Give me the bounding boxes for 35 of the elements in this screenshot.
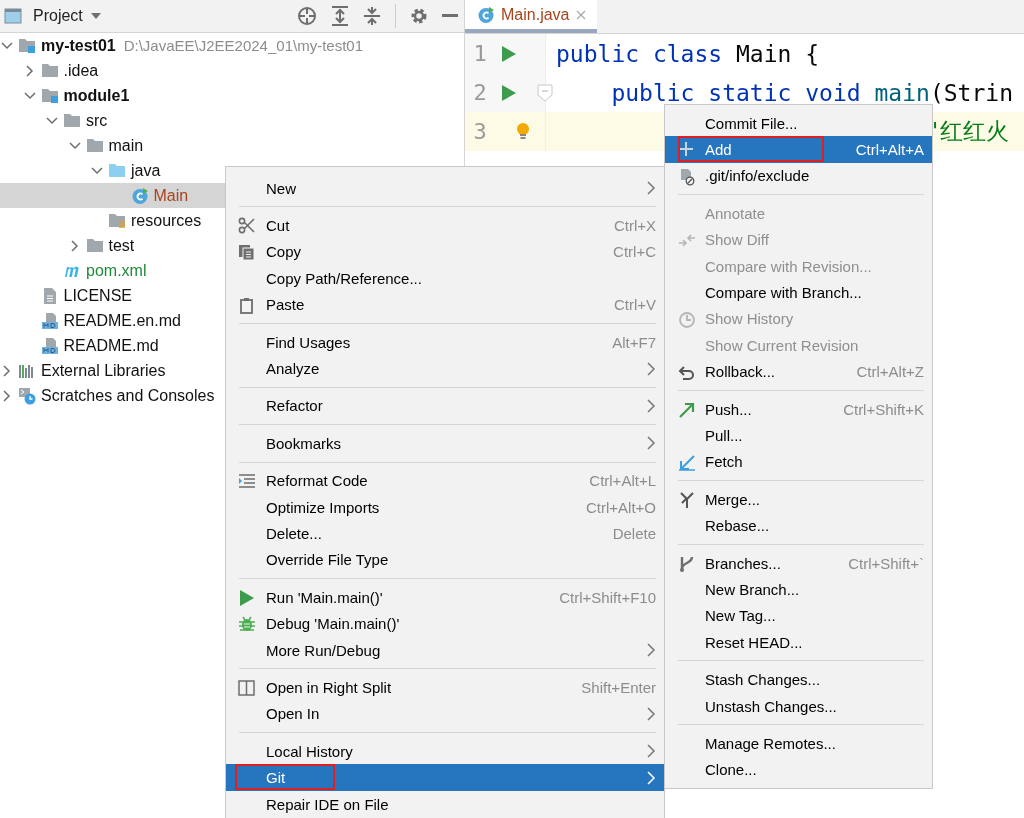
line-number: 1 xyxy=(472,41,488,66)
shortcut-label: Ctrl+V xyxy=(612,296,656,314)
shortcut-label: Alt+F7 xyxy=(611,333,656,351)
item-label: java xyxy=(131,161,161,180)
item-label: Main xyxy=(153,186,189,205)
panel-title: Project xyxy=(33,7,83,25)
code-line: public class Main { xyxy=(555,40,820,67)
shortcut-label: Ctrl+C xyxy=(612,243,656,261)
item-label: README.en.md xyxy=(63,311,181,330)
shortcut-label: Ctrl+Alt+A xyxy=(854,141,924,159)
item-label: main xyxy=(108,136,144,155)
code-line: public static void main(Strin xyxy=(610,79,1013,106)
item-label: pom.xml xyxy=(86,261,147,280)
shortcut-label: Ctrl+Alt+Z xyxy=(855,363,924,381)
item-label: Scratches and Consoles xyxy=(41,386,215,405)
item-label: my-test01 xyxy=(41,36,116,55)
item-label: README.md xyxy=(63,336,159,355)
item-label: .idea xyxy=(63,61,99,80)
shortcut-label: Shift+Enter xyxy=(580,678,656,696)
shortcut-label: Ctrl+Shift+F10 xyxy=(558,588,656,606)
shortcut-label: Ctrl+X xyxy=(612,217,656,235)
item-label: External Libraries xyxy=(41,361,166,380)
shortcut-label: Ctrl+Shift+K xyxy=(842,400,924,418)
item-label: module1 xyxy=(63,86,130,105)
path-label: D:\JavaEE\J2EE2024_01\my-test01 xyxy=(123,37,363,54)
item-label: resources xyxy=(131,211,202,230)
shortcut-label: Ctrl+Alt+L xyxy=(588,472,656,490)
item-label: LICENSE xyxy=(63,286,132,305)
line-number: 2 xyxy=(472,80,488,105)
shortcut-label: Ctrl+Alt+O xyxy=(584,498,656,516)
item-label: src xyxy=(86,111,108,130)
shortcut-label: Delete xyxy=(611,525,656,542)
line-number: 3 xyxy=(472,119,488,144)
item-label: test xyxy=(108,236,135,255)
shortcut-label: Ctrl+Shift+` xyxy=(847,554,924,572)
